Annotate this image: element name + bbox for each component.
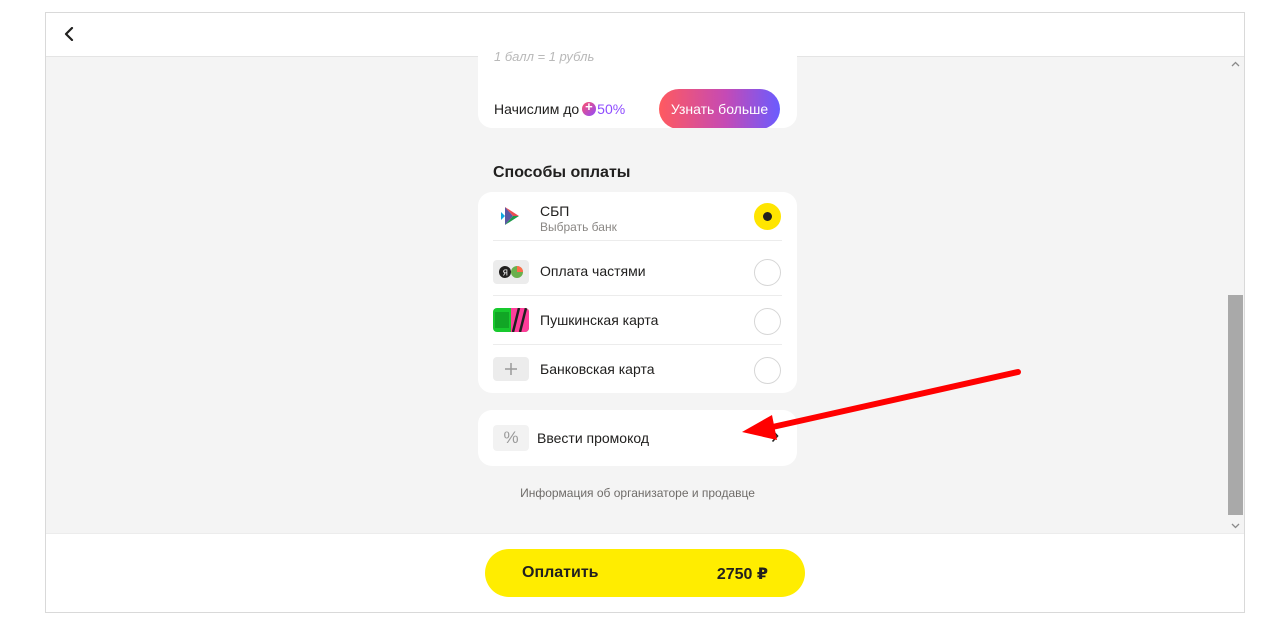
plus-icon <box>582 99 597 116</box>
svg-text:Я: Я <box>503 269 509 278</box>
payment-method-label: СБП <box>540 203 570 219</box>
scroll-down-arrow[interactable] <box>1227 519 1244 533</box>
footer: Оплатить 2750 ₽ <box>46 533 1244 612</box>
split-payment-icon: Я <box>493 260 529 284</box>
payment-method-pushkin[interactable]: Пушкинская карта <box>493 296 782 345</box>
radio-selected[interactable] <box>754 203 781 230</box>
pushkin-card-icon <box>493 308 529 332</box>
payment-method-label: Пушкинская карта <box>540 312 659 328</box>
scrollbar-thumb[interactable] <box>1228 295 1243 515</box>
payment-method-sbp[interactable]: СБП Выбрать банк <box>493 192 782 241</box>
scrollbar[interactable] <box>1227 57 1244 533</box>
payment-method-split[interactable]: Я Оплата частями <box>493 247 782 296</box>
payment-method-card[interactable]: Банковская карта <box>493 345 782 394</box>
payment-methods-card: СБП Выбрать банк Я Оплата частями Пушкин… <box>478 192 797 393</box>
learn-more-button[interactable]: Узнать больше <box>659 89 780 128</box>
promo-code-button[interactable]: % Ввести промокод <box>478 410 797 466</box>
bonus-accrue-label: Начислим до <box>494 101 580 117</box>
bonus-percent: 50% <box>597 101 626 117</box>
payment-methods-title: Способы оплаты <box>493 164 631 181</box>
payment-method-label: Банковская карта <box>540 361 655 377</box>
chevron-down-icon <box>1231 523 1240 529</box>
payment-method-sub: Выбрать банк <box>540 220 617 234</box>
pay-button-amount: 2750 ₽ <box>716 566 768 583</box>
organizer-info-link[interactable]: Информация об организаторе и продавце <box>478 486 797 500</box>
payment-method-label: Оплата частями <box>540 263 646 279</box>
bonus-card: 1 балл = 1 рубль Начислим до 50% Узнать б… <box>478 17 797 128</box>
bonus-accrue-text: Начислим до 50% <box>494 99 626 117</box>
chevron-right-icon <box>771 429 779 443</box>
pay-button-label: Оплатить <box>522 564 599 581</box>
radio-unselected[interactable] <box>754 259 781 286</box>
main-content: 1 балл = 1 рубль Начислим до 50% Узнать б… <box>46 17 1226 533</box>
radio-unselected[interactable] <box>754 308 781 335</box>
add-card-icon <box>493 357 529 381</box>
scroll-up-arrow[interactable] <box>1227 57 1244 71</box>
radio-unselected[interactable] <box>754 357 781 384</box>
app-window: Подтверждение заказа 1 балл = 1 рубль На… <box>45 12 1245 613</box>
chevron-up-icon <box>1231 61 1240 67</box>
percent-icon: % <box>493 425 529 451</box>
sbp-icon <box>493 204 529 228</box>
bonus-rate-text: 1 балл = 1 рубль <box>494 49 595 64</box>
pay-button[interactable]: Оплатить 2750 ₽ <box>485 549 805 597</box>
promo-code-label: Ввести промокод <box>537 430 650 446</box>
